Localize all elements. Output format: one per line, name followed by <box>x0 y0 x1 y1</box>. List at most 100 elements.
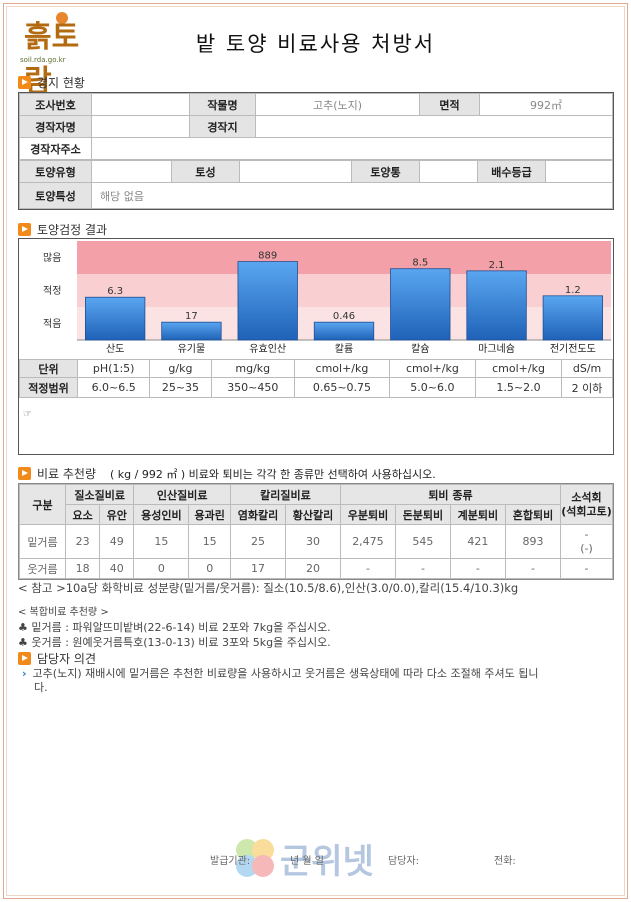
arrow-icon <box>18 76 31 89</box>
compound-title: < 복합비료 추천량 > <box>18 607 109 618</box>
group-nitrogen: 질소질비료 <box>64 484 135 505</box>
chevron-right-icon: › <box>22 667 27 680</box>
soil-feature-value: 해당 없음 <box>91 182 613 209</box>
sub-kcl: 염화칼리 <box>229 504 286 525</box>
drainage-value <box>545 160 613 183</box>
unit-label: 단위 <box>19 359 78 378</box>
cell: - <box>394 558 451 579</box>
lime-base-value2: (-) <box>580 541 593 555</box>
category-label: 유기물 <box>178 343 206 355</box>
label-soil-texture: 토성 <box>171 160 240 183</box>
sub-fused-phosphate: 용성인비 <box>133 504 190 525</box>
footer-manager: 담당자: <box>388 856 419 867</box>
band-1 <box>77 274 611 307</box>
label-crop: 작물명 <box>189 93 256 116</box>
unit-cell: g/kg <box>149 359 212 378</box>
band-0 <box>77 241 611 274</box>
section-title: 경지 현황 <box>37 76 85 90</box>
footer-issuer: 발급기관: <box>210 856 251 867</box>
unit-note: ( kg / 992 ㎡ ) 비료와 퇴비는 각각 한 종류만 선택하여 사용하… <box>110 467 436 481</box>
range-cell: 2 이하 <box>561 377 613 398</box>
opinion-line2: 다. <box>34 681 48 694</box>
cell: 20 <box>284 558 341 579</box>
data-label: 2.1 <box>489 260 505 271</box>
cell: 0 <box>133 558 190 579</box>
lime-top: - <box>560 558 613 579</box>
bar <box>542 295 604 341</box>
sub-chicken-compost: 계분퇴비 <box>449 504 506 525</box>
label-soil-type: 토양유형 <box>19 160 92 183</box>
cell: 2,475 <box>339 524 396 559</box>
label-address: 경작자주소 <box>19 137 92 160</box>
reference-note: < 참고 >10a당 화학비료 성분량(밑거름/웃거름): 질소(10.5/8.… <box>18 581 519 595</box>
arrow-icon <box>18 652 31 665</box>
category-label: 전기전도도 <box>550 343 596 355</box>
farm-info-table: 조사번호 작물명 고추(노지) 면적 992㎡ 경작자명 경작지 경작자주소 토… <box>18 92 614 210</box>
label-drainage: 배수등급 <box>477 160 546 183</box>
cell: 18 <box>64 558 101 579</box>
soil-chart: 많음적정적음 6.3 산도 17 유기물 889 유효인산 0.46 칼륨 8.5 칼슘 2.1 마그네… <box>43 241 611 355</box>
cell: 545 <box>394 524 451 559</box>
label-survey-no: 조사번호 <box>19 93 92 116</box>
category-label: 칼슘 <box>411 342 429 355</box>
fertilizer-table: 구분 질소질비료 인산질비료 칼리질비료 퇴비 종류 소석회 (석회고토) 요소… <box>18 483 614 580</box>
category-label: 산도 <box>106 343 124 355</box>
section-header-opinion: 담당자 의견 <box>18 650 96 667</box>
lime-base: - (-) <box>560 524 613 559</box>
address-value <box>91 137 613 160</box>
range-cell: 25~35 <box>149 377 212 398</box>
group-potash: 칼리질비료 <box>229 484 341 505</box>
cell: 0 <box>188 558 231 579</box>
lime-sub: (석회고토) <box>561 504 612 518</box>
range-cell: 0.65~0.75 <box>294 377 390 398</box>
opinion-line1: 고추(노지) 재배시에 밑거름은 추천한 비료량을 사용하시고 웃거름은 생육상… <box>32 667 539 680</box>
sub-superphosphate: 용과린 <box>188 504 231 525</box>
compound-base: ♣ 밑거름 : 파워알뜨미밭벼(22-6-14) 비료 2포와 7kg을 주십시… <box>18 621 331 634</box>
cell: 893 <box>504 524 562 559</box>
data-label: 1.2 <box>565 285 581 296</box>
col-group: 구분 <box>19 484 66 525</box>
range-cell: 5.0~6.0 <box>388 377 476 398</box>
sub-pig-compost: 돈분퇴비 <box>394 504 451 525</box>
unit-cell: mg/kg <box>210 359 296 378</box>
pointer-icon: ☞ <box>23 409 32 420</box>
label-soil-series: 토양통 <box>351 160 420 183</box>
survey-no <box>91 93 190 116</box>
band-label: 많음 <box>43 252 61 264</box>
sub-k2so4: 황산칼리 <box>284 504 341 525</box>
category-label: 마그네슘 <box>478 343 515 355</box>
data-label: 6.3 <box>107 286 123 297</box>
row-label-top: 웃거름 <box>19 558 66 579</box>
opinion-text: › 고추(노지) 재배시에 밑거름은 추천한 비료량을 사용하시고 웃거름은 생육… <box>22 667 612 695</box>
cell: - <box>449 558 506 579</box>
cell: 23 <box>64 524 101 559</box>
group-phosphate: 인산질비료 <box>133 484 231 505</box>
bar <box>84 296 146 341</box>
section-title: 비료 추천량 <box>37 467 97 481</box>
bar <box>161 321 222 341</box>
group-compost: 퇴비 종류 <box>339 484 562 505</box>
bar <box>466 270 527 341</box>
band-label: 적정 <box>43 285 61 297</box>
soil-values-table: 단위 pH(1:5) g/kg mg/kg cmol+/kg cmol+/kg cmol+… <box>19 359 613 398</box>
range-label: 적정범위 <box>19 377 78 398</box>
data-label: 889 <box>258 251 277 262</box>
crop-value: 고추(노지) <box>255 93 420 116</box>
sub-ammonium: 유안 <box>99 504 135 525</box>
data-label: 17 <box>185 311 198 322</box>
sub-cow-compost: 우분퇴비 <box>339 504 396 525</box>
footer-phone: 전화: <box>494 856 516 867</box>
category-label: 칼륨 <box>335 342 353 355</box>
cell: 40 <box>99 558 135 579</box>
compound-top: ♣ 웃거름 : 원예웃거름특호(13-0-13) 비료 3포와 5kg을 주십시… <box>18 636 331 649</box>
arrow-icon <box>18 467 31 480</box>
label-farmland: 경작지 <box>189 115 256 138</box>
section-header-farm: 경지 현황 <box>18 74 85 91</box>
section-title: 토양검정 결과 <box>37 223 108 237</box>
bar <box>237 261 298 341</box>
cell: 15 <box>188 524 231 559</box>
section-header-soil: 토양검정 결과 <box>18 221 107 238</box>
data-label: 8.5 <box>412 258 428 269</box>
cell: 30 <box>284 524 341 559</box>
lime-base-value: - <box>584 527 589 541</box>
